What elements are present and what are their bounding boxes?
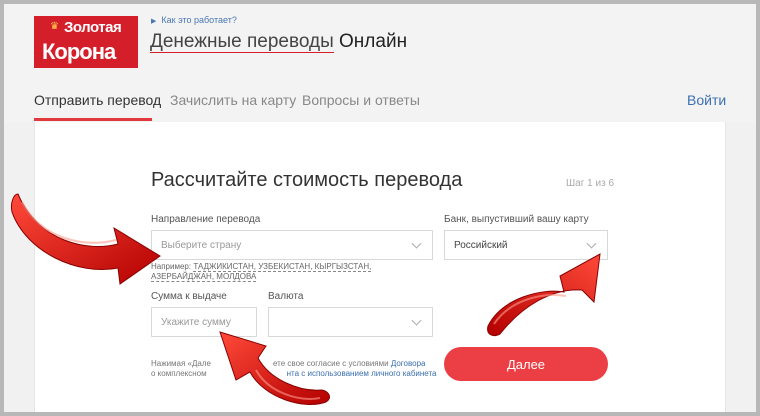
footnote-text-3: о комплексном <box>151 369 207 378</box>
curved-arrow-icon <box>219 331 330 405</box>
country-select[interactable]: Выберите страну <box>151 230 433 260</box>
amount-label: Сумма к выдаче <box>151 291 227 302</box>
how-it-works-link[interactable]: ▶ Как это работает? <box>151 15 237 25</box>
site-title: Денежные переводы Онлайн <box>150 31 407 53</box>
chevron-down-icon <box>411 315 422 326</box>
calculator-title: Рассчитайте стоимость перевода <box>151 169 463 191</box>
contract-link[interactable]: Договора <box>391 359 426 368</box>
tab-credit-card[interactable]: Зачислить на карту <box>170 92 296 108</box>
country-select-placeholder: Выберите страну <box>161 239 242 251</box>
country-examples: Например: ТАДЖИКИСТАН, УЗБЕКИСТАН, КЫРГЫ… <box>151 262 411 282</box>
footnote-text-1: Нажимая «Дале <box>151 359 211 368</box>
play-triangle-icon: ▶ <box>151 18 157 25</box>
active-tab-indicator <box>34 118 152 121</box>
tab-faq[interactable]: Вопросы и ответы <box>302 92 420 108</box>
curved-arrow-icon <box>487 253 601 337</box>
site-title-part2: Онлайн <box>339 31 408 52</box>
chevron-down-icon <box>411 238 422 249</box>
tab-send-transfer[interactable]: Отправить перевод <box>34 92 161 108</box>
logo-line2: Корона <box>42 39 116 64</box>
next-button[interactable]: Далее <box>444 347 608 381</box>
login-link[interactable]: Войти <box>687 92 726 108</box>
bank-label: Банк, выпустивший вашу карту <box>444 214 589 225</box>
logo-line1: Золотая <box>64 19 122 36</box>
brand-logo[interactable]: ♛ Золотая Корона <box>34 16 138 68</box>
how-it-works-label: Как это работает? <box>161 15 237 25</box>
curved-arrow-icon <box>11 193 161 285</box>
currency-label: Валюта <box>268 291 304 302</box>
step-indicator: Шаг 1 из 6 <box>566 178 615 189</box>
site-title-part1: Денежные переводы <box>150 31 334 53</box>
crown-icon: ♛ <box>50 21 59 32</box>
